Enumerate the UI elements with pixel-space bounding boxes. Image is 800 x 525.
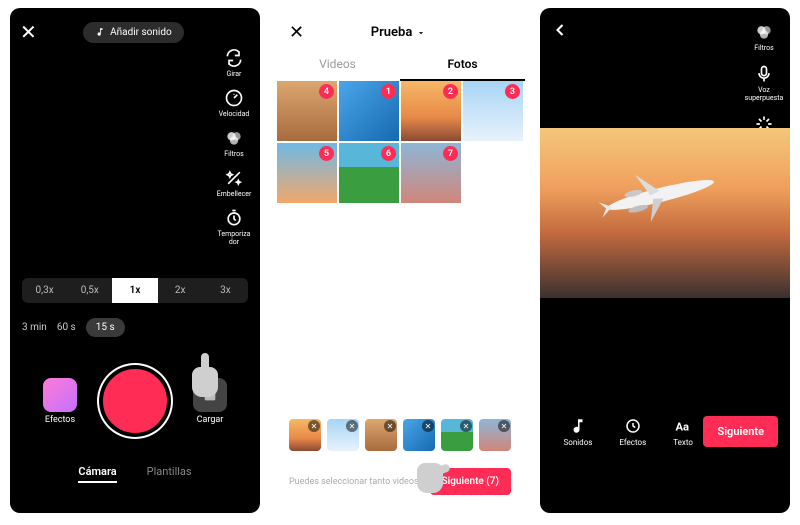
add-sound-button[interactable]: Añadir sonido — [83, 22, 184, 43]
photo-grid: 4 1 2 3 5 6 7 — [275, 81, 525, 203]
selection-badge: 5 — [319, 146, 334, 161]
photo-cell[interactable]: 3 — [463, 81, 523, 141]
selection-badge: 3 — [505, 84, 520, 99]
album-selector[interactable]: Prueba — [371, 25, 427, 40]
camera-tools-rail: Girar Velocidad Filtros Embellecer Tempo… — [214, 48, 254, 246]
duration-opt[interactable]: 15 s — [86, 318, 125, 337]
record-button[interactable] — [103, 369, 167, 433]
duration-selector[interactable]: 3 min 60 s 15 s — [22, 318, 125, 337]
selection-badge: 2 — [443, 84, 458, 99]
next-button[interactable]: Siguiente — [703, 416, 778, 447]
photo-cell[interactable]: 2 — [401, 81, 461, 141]
tray-item[interactable]: ✕ — [365, 419, 397, 451]
remove-icon[interactable]: ✕ — [460, 420, 472, 432]
filters-tool[interactable]: Filtros — [214, 128, 254, 158]
tab-camera[interactable]: Cámara — [78, 465, 116, 483]
remove-icon[interactable]: ✕ — [384, 420, 396, 432]
speed-opt[interactable]: 0,5x — [67, 278, 112, 303]
tray-item[interactable]: ✕ — [441, 419, 473, 451]
edit-tools-rail: Filtros Voz superpuesta Mejorar — [744, 22, 784, 144]
speed-selector[interactable]: 0,3x 0,5x 1x 2x 3x — [22, 278, 248, 303]
selection-badge: 7 — [443, 146, 458, 161]
text-button[interactable]: Aa Texto — [673, 417, 693, 447]
filters-icon — [754, 22, 774, 42]
selection-badge: 1 — [381, 84, 396, 99]
mode-tabs[interactable]: Cámara Plantillas — [10, 465, 260, 483]
beautify-tool[interactable]: Embellecer — [214, 168, 254, 198]
close-icon[interactable]: ✕ — [289, 22, 304, 43]
text-icon: Aa — [674, 417, 692, 435]
filters-icon — [224, 128, 244, 148]
music-note-icon — [569, 417, 587, 435]
selection-badge: 6 — [381, 146, 396, 161]
speed-tool[interactable]: Velocidad — [214, 88, 254, 118]
photo-cell[interactable]: 4 — [277, 81, 337, 141]
remove-icon[interactable]: ✕ — [498, 420, 510, 432]
speed-opt[interactable]: 3x — [203, 278, 248, 303]
voiceover-tool[interactable]: Voz superpuesta — [744, 64, 784, 102]
add-sound-label: Añadir sonido — [110, 27, 172, 38]
music-note-icon — [95, 27, 105, 37]
flip-tool[interactable]: Girar — [214, 48, 254, 78]
close-icon[interactable]: ✕ — [20, 20, 37, 44]
chevron-down-icon — [416, 28, 426, 38]
remove-icon[interactable]: ✕ — [346, 420, 358, 432]
effects-icon — [43, 378, 77, 412]
photo-cell[interactable]: 1 — [339, 81, 399, 141]
speed-opt[interactable]: 1x — [112, 278, 157, 303]
duration-opt[interactable]: 3 min — [22, 322, 47, 333]
microphone-icon — [754, 64, 774, 84]
airplane-icon — [585, 147, 735, 239]
clock-icon — [624, 417, 642, 435]
photo-cell[interactable]: 6 — [339, 143, 399, 203]
selected-tray: ✕ ✕ ✕ ✕ ✕ ✕ — [275, 419, 525, 451]
gallery-picker-screen: ✕ Prueba Videos Fotos 4 1 2 3 5 6 7 ✕ ✕ ✕ ✕ ✕ ✕ Pue… — [275, 8, 525, 513]
svg-text:Aa: Aa — [676, 421, 690, 434]
upload-icon — [193, 378, 227, 412]
upload-button[interactable]: Cargar — [193, 378, 227, 425]
media-type-tabs[interactable]: Videos Fotos — [275, 49, 525, 81]
tray-item[interactable]: ✕ — [327, 419, 359, 451]
speed-opt[interactable]: 2x — [158, 278, 203, 303]
tab-templates[interactable]: Plantillas — [147, 465, 192, 483]
timer-icon — [224, 208, 244, 228]
timer-tool[interactable]: Temporiza dor — [214, 208, 254, 246]
chevron-left-icon — [550, 20, 570, 40]
remove-icon[interactable]: ✕ — [308, 420, 320, 432]
duration-opt[interactable]: 60 s — [57, 322, 76, 333]
selection-hint: Puedes seleccionar tanto videos com — [289, 477, 420, 487]
tray-item[interactable]: ✕ — [479, 419, 511, 451]
speedometer-icon — [224, 88, 244, 108]
speed-opt[interactable]: 0,3x — [22, 278, 67, 303]
back-button[interactable] — [550, 20, 570, 44]
next-button[interactable]: Siguiente (7) — [430, 468, 511, 495]
effects-button[interactable]: Efectos — [619, 417, 646, 447]
remove-icon[interactable]: ✕ — [422, 420, 434, 432]
camera-screen: ✕ Añadir sonido Girar Velocidad Filtros … — [10, 8, 260, 513]
wand-icon — [224, 168, 244, 188]
tab-videos[interactable]: Videos — [275, 49, 400, 81]
flip-icon — [224, 48, 244, 68]
tab-photos[interactable]: Fotos — [400, 49, 525, 81]
effects-button[interactable]: Efectos — [43, 378, 77, 425]
video-preview[interactable] — [540, 128, 790, 298]
photo-cell[interactable]: 5 — [277, 143, 337, 203]
selection-badge: 4 — [319, 84, 334, 99]
edit-preview-screen: Filtros Voz superpuesta Mejorar Sonidos — [540, 8, 790, 513]
photo-cell[interactable]: 7 — [401, 143, 461, 203]
filters-tool[interactable]: Filtros — [744, 22, 784, 52]
tray-item[interactable]: ✕ — [403, 419, 435, 451]
sounds-button[interactable]: Sonidos — [564, 417, 593, 447]
tray-item[interactable]: ✕ — [289, 419, 321, 451]
